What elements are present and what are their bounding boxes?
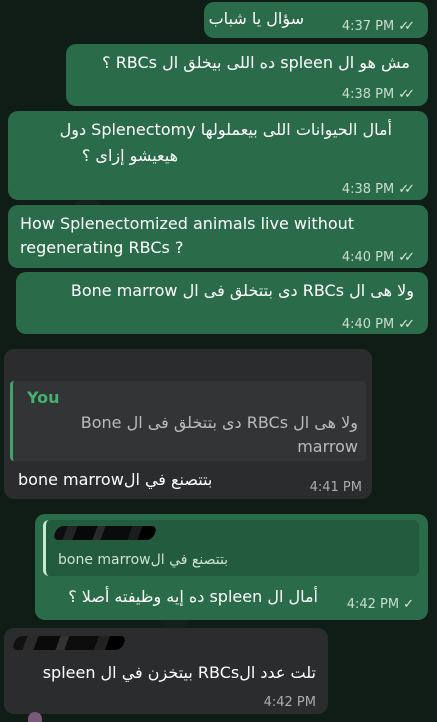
- reply-sender-name: You: [27, 388, 60, 407]
- message-text-line: regenerating RBCs ?: [20, 238, 184, 257]
- quoted-message[interactable]: بتتصنع في الbone marrow: [43, 520, 419, 576]
- message-time: 4:38 PM: [341, 182, 395, 197]
- message-meta: 4:40 PM ✓✓: [341, 247, 415, 269]
- message-text: مش هو ال spleen ده اللى بيخلق ال RBCs ؟: [102, 53, 410, 72]
- message-time: 4:37 PM: [341, 19, 395, 34]
- outgoing-message[interactable]: How Splenectomized animals live without …: [8, 205, 428, 268]
- double-check-icon: ✓✓: [398, 182, 415, 197]
- message-text: سؤال يا شباب: [208, 9, 304, 28]
- outgoing-message[interactable]: بتتصنع في الbone marrow أمال ال spleen د…: [35, 514, 428, 620]
- message-meta: 4:38 PM ✓✓: [341, 84, 415, 106]
- incoming-message[interactable]: You ولا هى ال RBCs دى بتتخلق فى ال Bone …: [4, 349, 372, 499]
- reply-text-line: ولا هى ال RBCs دى بتتخلق فى ال Bone: [80, 413, 358, 432]
- reply-text: بتتصنع في الbone marrow: [58, 552, 229, 568]
- message-meta: 4:37 PM ✓✓: [341, 16, 415, 38]
- avatar[interactable]: [28, 712, 42, 722]
- message-meta: 4:38 PM ✓✓: [341, 179, 415, 201]
- message-text: تلت عدد الRBCs بيتخزن في ال spleen: [42, 663, 316, 682]
- message-meta: 4:40 PM ✓✓: [341, 314, 415, 336]
- double-check-icon: ✓✓: [398, 317, 415, 332]
- message-text-line: How Splenectomized animals live without: [20, 214, 355, 233]
- message-text: ولا هى ال RBCs دى بتتخلق فى ال Bone marr…: [70, 281, 414, 300]
- quoted-message[interactable]: You ولا هى ال RBCs دى بتتخلق فى ال Bone …: [10, 381, 366, 461]
- message-time: 4:41 PM: [309, 480, 362, 495]
- message-meta: 4:41 PM: [310, 477, 362, 499]
- message-time: 4:40 PM: [341, 250, 395, 265]
- single-check-icon: ✓: [403, 597, 414, 612]
- outgoing-message[interactable]: مش هو ال spleen ده اللى بيخلق ال RBCs ؟ …: [66, 44, 428, 106]
- message-meta: 4:42 PM ✓: [347, 594, 414, 616]
- message-text-line: هيعيشو إزاى ؟: [81, 146, 178, 165]
- redacted-sender-name: [11, 636, 127, 650]
- outgoing-message[interactable]: سؤال يا شباب 4:37 PM ✓✓: [204, 2, 428, 38]
- incoming-message[interactable]: تلت عدد الRBCs بيتخزن في ال spleen 4:42 …: [4, 628, 328, 714]
- message-text: أمال ال spleen ده إيه وظيفته أصلا ؟: [68, 587, 318, 606]
- outgoing-message[interactable]: أمال الحيوانات اللى بيعملولها Splenectom…: [8, 111, 428, 200]
- message-meta: 4:42 PM: [264, 692, 316, 714]
- message-time: 4:42 PM: [346, 597, 400, 612]
- double-check-icon: ✓✓: [398, 87, 415, 102]
- message-text: بتتصنع في الbone marrow: [18, 470, 213, 489]
- double-check-icon: ✓✓: [398, 250, 415, 265]
- outgoing-message[interactable]: ولا هى ال RBCs دى بتتخلق فى ال Bone marr…: [16, 272, 428, 334]
- message-text-line: أمال الحيوانات اللى بيعملولها Splenectom…: [59, 120, 392, 139]
- message-time: 4:38 PM: [341, 87, 395, 102]
- reply-text-line: marrow: [297, 437, 358, 456]
- message-time: 4:40 PM: [341, 317, 395, 332]
- double-check-icon: ✓✓: [398, 19, 415, 34]
- message-time: 4:42 PM: [263, 695, 316, 710]
